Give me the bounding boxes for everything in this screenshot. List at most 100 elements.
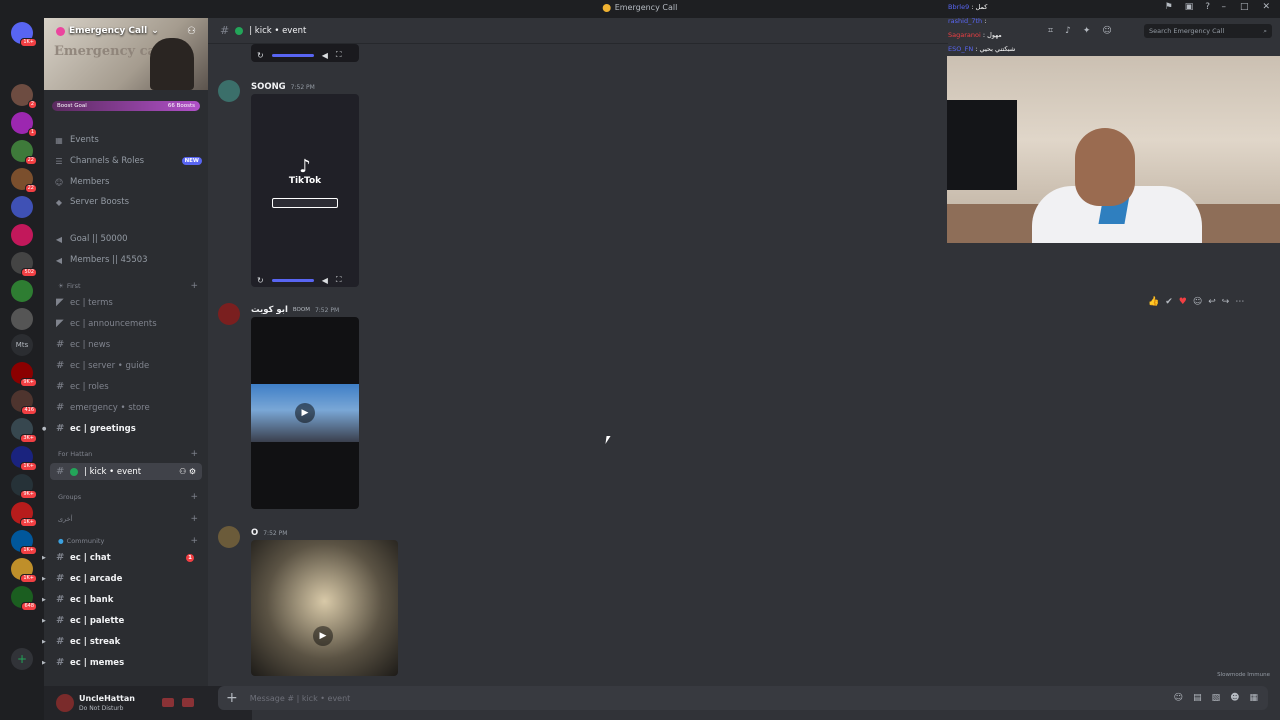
volume-icon[interactable]: ◀: [322, 276, 328, 285]
add-channel-icon[interactable]: +: [190, 281, 198, 291]
server-icon[interactable]: 22: [11, 140, 37, 165]
category-other[interactable]: أخرى +: [58, 514, 198, 524]
server-icon[interactable]: 648: [11, 586, 37, 611]
nav-server-boosts[interactable]: ◆ Server Boosts: [54, 194, 202, 210]
home-button[interactable]: 1K+: [11, 22, 37, 47]
video-attachment[interactable]: ♪ TikTok ↻ ◀ ⛶: [251, 94, 359, 287]
sticker-icon[interactable]: ▧: [1212, 693, 1221, 703]
add-channel-icon[interactable]: +: [190, 536, 198, 546]
server-icon[interactable]: 3K+: [11, 418, 37, 443]
server-icon[interactable]: 1K+: [11, 446, 37, 471]
heart-reaction[interactable]: ♥: [1179, 297, 1187, 307]
video-attachment[interactable]: ↻ ◀ ⛶: [251, 44, 359, 62]
channel-ec-bank[interactable]: ▶ # ec | bank: [42, 591, 202, 608]
server-icon[interactable]: 1K+: [11, 530, 37, 555]
message-input[interactable]: Message # | kick • event: [250, 694, 351, 703]
threads-icon[interactable]: ⌗: [1048, 26, 1053, 36]
fullscreen-icon[interactable]: ⛶: [336, 275, 342, 285]
server-icon[interactable]: 1K+: [11, 558, 37, 583]
channel-ec-server-guide[interactable]: # ec | server • guide: [50, 357, 202, 374]
volume-icon[interactable]: ◀: [322, 51, 328, 60]
help-icon[interactable]: ?: [1205, 2, 1210, 12]
replay-icon[interactable]: ↻: [257, 51, 264, 60]
server-icon[interactable]: 9K+: [11, 362, 37, 387]
stat-channel-goal[interactable]: ◀ Goal || 50000: [54, 231, 202, 247]
channel-ec-news[interactable]: # ec | news: [50, 336, 202, 353]
server-icon[interactable]: 2: [11, 84, 37, 109]
avatar[interactable]: [218, 526, 240, 548]
add-channel-icon[interactable]: +: [190, 449, 198, 459]
check-reaction[interactable]: ✔: [1165, 297, 1173, 307]
server-icon[interactable]: 1: [11, 112, 37, 137]
nav-events[interactable]: ▦ Events: [54, 132, 202, 148]
notification-bell-icon[interactable]: ♪: [1065, 26, 1071, 36]
forward-icon[interactable]: ↪: [1222, 297, 1230, 307]
server-icon[interactable]: 9K+: [11, 474, 37, 499]
volume-slider[interactable]: [271, 278, 314, 282]
pin-icon[interactable]: ✦: [1083, 26, 1091, 36]
server-icon[interactable]: [11, 280, 33, 302]
nav-members[interactable]: ☺ Members: [54, 174, 202, 190]
server-icon[interactable]: 22: [11, 168, 37, 193]
add-reaction-icon[interactable]: ☺: [1193, 297, 1202, 307]
close-button[interactable]: ✕: [1262, 2, 1270, 12]
play-icon[interactable]: ▶: [313, 626, 333, 646]
mute-button[interactable]: [162, 698, 174, 707]
channel-ec-arcade[interactable]: ▶ # ec | arcade: [42, 570, 202, 587]
screen-icon[interactable]: ▣: [1185, 2, 1194, 12]
channel-kick-event[interactable]: # | kick • event ⚇ ⚙: [50, 463, 202, 480]
channel-ec-greetings[interactable]: ● # ec | greetings: [42, 420, 202, 437]
member-list-icon[interactable]: ☺: [1102, 26, 1111, 36]
server-icon[interactable]: 416: [11, 390, 37, 415]
server-icon[interactable]: [11, 224, 33, 246]
volume-slider[interactable]: [271, 53, 314, 57]
minimize-button[interactable]: –: [1221, 2, 1226, 12]
add-channel-icon[interactable]: +: [190, 492, 198, 502]
deafen-button[interactable]: [182, 698, 194, 707]
apps-icon[interactable]: ▦: [1249, 693, 1258, 703]
thumbs-up-reaction[interactable]: 👍: [1148, 297, 1159, 307]
search-input[interactable]: Search Emergency Call ⌕: [1144, 24, 1272, 38]
add-server-button[interactable]: +: [11, 648, 33, 670]
inbox-icon[interactable]: ⚑: [1165, 2, 1173, 12]
boost-goal-bar[interactable]: Boost Goal 66 Boosts: [52, 101, 200, 111]
emoji-icon[interactable]: ☻: [1230, 693, 1239, 703]
channel-ec-terms[interactable]: ◤ ec | terms: [50, 294, 202, 311]
reply-icon[interactable]: ↩: [1208, 297, 1216, 307]
message-author[interactable]: O: [251, 528, 258, 538]
category-community[interactable]: ● Community +: [58, 536, 198, 546]
invite-icon[interactable]: ⚇: [187, 26, 196, 37]
channel-ec-memes[interactable]: ▶ # ec | memes: [42, 654, 202, 671]
fullscreen-icon[interactable]: ⛶: [336, 50, 342, 60]
video-attachment[interactable]: ▶: [251, 317, 359, 509]
channel-ec-roles[interactable]: # ec | roles: [50, 378, 202, 395]
channel-ec-palette[interactable]: ▶ # ec | palette: [42, 612, 202, 629]
avatar[interactable]: [56, 694, 74, 712]
stat-channel-members[interactable]: ◀ Members || 45503: [54, 252, 202, 268]
play-icon[interactable]: ▶: [295, 403, 315, 423]
invite-settings-icon[interactable]: ⚇ ⚙: [179, 467, 196, 476]
nav-channels-roles[interactable]: ☰ Channels & Roles NEW: [54, 153, 202, 169]
maximize-button[interactable]: □: [1240, 2, 1249, 12]
gif-icon[interactable]: ▤: [1193, 693, 1202, 703]
channel-ec-chat[interactable]: ▶ # ec | chat 1: [42, 549, 202, 566]
add-channel-icon[interactable]: +: [190, 514, 198, 524]
replay-icon[interactable]: ↻: [257, 276, 264, 285]
avatar[interactable]: [218, 303, 240, 325]
message-author[interactable]: ابو كويت: [251, 305, 288, 315]
server-icon[interactable]: [11, 196, 33, 218]
category-groups[interactable]: Groups +: [58, 492, 198, 502]
server-name-button[interactable]: Emergency Call ⌄: [56, 26, 159, 36]
avatar[interactable]: [218, 80, 240, 102]
channel-ec-streak[interactable]: ▶ # ec | streak: [42, 633, 202, 650]
more-icon[interactable]: ⋯: [1235, 297, 1244, 307]
server-icon[interactable]: Mts: [11, 334, 33, 356]
channel-ec-announcements[interactable]: ◤ ec | announcements: [50, 315, 202, 332]
server-icon[interactable]: 1K+: [11, 502, 37, 527]
message-author[interactable]: SOONG: [251, 82, 286, 92]
video-attachment[interactable]: ▶: [251, 540, 398, 676]
server-icon[interactable]: [11, 308, 33, 330]
gift-icon[interactable]: ☺: [1174, 693, 1183, 703]
category-for-hattan[interactable]: For Hattan +: [58, 449, 198, 459]
channel-emergency-store[interactable]: # emergency • store: [50, 399, 202, 416]
